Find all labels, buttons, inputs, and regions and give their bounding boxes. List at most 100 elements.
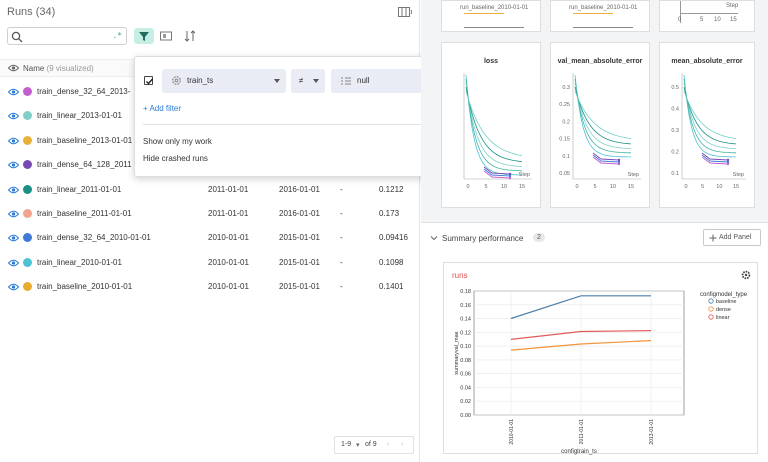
summary-chart-card[interactable]: runs 0.00 0.02 0.04 0.06 0.08 0.10 0.12 0.14 0.1… [443, 262, 758, 455]
section-title[interactable]: Summary performance [442, 234, 523, 243]
chart-card-top-3[interactable]: Step 0 5 10 15 [659, 0, 755, 32]
cell-empty: - [340, 282, 343, 292]
data-point [508, 176, 512, 180]
eye-icon[interactable] [8, 186, 19, 194]
eye-icon[interactable] [8, 161, 19, 169]
y-axis-label: summaryval_mae [454, 331, 460, 374]
eye-icon[interactable] [8, 259, 19, 267]
data-point [726, 162, 730, 166]
chart-card-top-1[interactable]: run_baseline_2010-01-01 [441, 0, 541, 32]
run-color-dot[interactable] [23, 233, 32, 243]
x-tick-label: 5 [484, 184, 487, 190]
gear-icon [172, 76, 181, 85]
columns-icon[interactable] [398, 7, 412, 17]
add-panel-button[interactable]: Add Panel [703, 229, 761, 246]
legend-entry: baseline [716, 299, 737, 305]
series-line [683, 82, 737, 149]
filter-button[interactable] [134, 28, 154, 44]
regex-toggle[interactable]: .* [112, 31, 122, 40]
eye-icon[interactable] [8, 234, 19, 242]
filter-popup: train_ts ≠ null + Add filter Show only m… [134, 56, 461, 177]
table-row[interactable]: train_linear_2010-01-01 2010-01-01 2015-01… [0, 251, 420, 275]
run-color-dot[interactable] [23, 209, 32, 218]
run-color-dot[interactable] [23, 87, 32, 96]
x-tick-label: 10 [716, 184, 722, 190]
y-tick-label: 0.06 [460, 372, 471, 378]
eye-icon[interactable] [8, 64, 19, 72]
eye-icon[interactable] [8, 210, 19, 218]
run-name[interactable]: train_linear_2013-01-01 [37, 111, 122, 120]
prev-page-button[interactable]: ‹ [387, 441, 389, 448]
mae-chart: 0.5 0.4 0.3 0.2 0.1 0 5 10 15 Step [671, 73, 746, 190]
run-color-dot[interactable] [23, 257, 32, 267]
mae-chart-card[interactable]: mean_absolute_error 0.5 0.4 0.3 0.2 0.1 0 5 10 1… [659, 42, 755, 208]
eye-icon[interactable] [8, 112, 19, 120]
series-line [683, 78, 736, 154]
eye-icon[interactable] [8, 137, 19, 145]
name-column-header[interactable]: Name (9 visualized) [23, 64, 94, 73]
loss-chart: 0 5 10 15Step [463, 73, 532, 190]
run-color-dot[interactable] [23, 111, 32, 121]
show-only-my-work-label: Show only my work [143, 137, 212, 146]
pager-range[interactable]: 1-9 [341, 441, 351, 448]
run-name[interactable]: train_dense_64_128_2011 [37, 160, 132, 169]
chart-card-top-2[interactable]: run_baseline_2010-01-01 [550, 0, 650, 32]
cell-train-end: 2016-01-01 [279, 209, 320, 218]
summary-line-chart: 0.00 0.02 0.04 0.06 0.08 0.10 0.12 0.14 0.16 0.18… [454, 289, 748, 455]
run-name[interactable]: train_baseline_2010-01-01 [37, 282, 132, 291]
cell-train-start: 2011-01-01 [208, 184, 249, 194]
run-name[interactable]: train_dense_32_64_2013- [37, 87, 130, 96]
x-tick-label: 0 [466, 184, 469, 190]
filter-operator-select[interactable]: ≠ [291, 69, 325, 93]
run-name[interactable]: train_linear_2010-01-01 [37, 258, 122, 267]
plus-icon [709, 234, 717, 242]
val-mae-chart-card[interactable]: val_mean_absolute_error 0.3 0.25 0.2 0.15 0.… [550, 42, 650, 208]
legend-title: configmodel_type [700, 292, 748, 298]
sort-icon[interactable] [183, 29, 197, 43]
run-name[interactable]: train_linear_2011-01-01 [37, 185, 121, 194]
run-color-dot[interactable] [23, 184, 32, 194]
y-tick-label: 0.18 [460, 289, 471, 295]
filter-field-select[interactable]: train_ts [162, 69, 286, 93]
series-line [683, 86, 737, 145]
eye-icon[interactable] [8, 283, 19, 291]
loss-chart-card[interactable]: loss 0 5 10 15 Step [441, 42, 541, 208]
search-input[interactable]: .* [7, 27, 127, 45]
series-line [465, 90, 523, 156]
hide-crashed-runs-label: Hide crashed runs [143, 154, 208, 163]
table-row[interactable]: train_baseline_2011-01-01 2011-01-01 2016-… [0, 202, 420, 226]
plot-frame [473, 290, 685, 416]
chevron-down-icon[interactable] [430, 234, 438, 242]
table-row[interactable]: train_dense_32_64_2010-01-01 2010-01-01 20… [0, 226, 420, 250]
next-page-button[interactable]: › [401, 441, 403, 448]
run-color-dot[interactable] [23, 135, 32, 145]
eye-icon[interactable] [8, 88, 19, 96]
run-name[interactable]: train_baseline_2013-01-01 [37, 136, 132, 145]
y-tick-label: 0.25 [559, 102, 570, 108]
pagination: 1-9 ▾ of 9 ‹ › [334, 436, 414, 454]
y-tick-label: 0.14 [460, 317, 471, 323]
table-row[interactable]: train_baseline_2010-01-01 2010-01-01 2015-… [0, 275, 420, 299]
series-line [574, 74, 631, 158]
run-name[interactable]: train_baseline_2011-01-01 [37, 209, 132, 218]
x-tick-label: 15 [519, 184, 525, 190]
series-line [465, 86, 523, 162]
run-color-dot[interactable] [23, 282, 32, 292]
filter-checkbox[interactable] [144, 76, 154, 85]
check-icon [146, 78, 154, 85]
series-line [683, 90, 737, 139]
chevron-down-icon [274, 79, 280, 83]
group-icon[interactable] [159, 29, 173, 43]
cell-train-start: 2010-01-01 [208, 257, 249, 267]
pager-caret[interactable]: ▾ [356, 441, 360, 449]
val-mae-chart: 0.3 0.25 0.2 0.15 0.1 0.05 0 5 10 15 Step [559, 73, 641, 190]
filter-icon [139, 32, 149, 41]
list-icon [341, 77, 351, 85]
run-name[interactable]: train_dense_32_64_2010-01-01 [37, 233, 151, 242]
add-filter-link[interactable]: + Add filter [143, 104, 181, 113]
run-color-dot[interactable] [23, 160, 32, 170]
cell-train-end: 2015-01-01 [279, 233, 320, 243]
cell-empty: - [340, 184, 343, 194]
table-row[interactable]: train_linear_2011-01-01 2011-01-01 2016-01… [0, 178, 420, 202]
x-tick-label: 2011-01-01 [579, 419, 585, 444]
